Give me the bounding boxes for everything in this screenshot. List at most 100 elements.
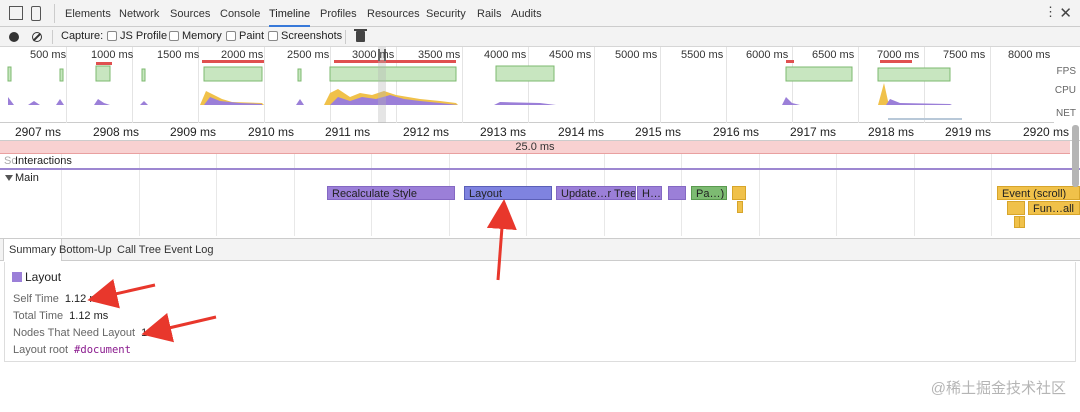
capture-label: Capture:: [61, 30, 104, 42]
flame-script-child[interactable]: [1019, 216, 1025, 228]
layout-root-link[interactable]: #document: [74, 344, 131, 356]
overview-tick: 4000 ms: [484, 49, 527, 61]
row-value: 1.12 ms: [64, 293, 104, 305]
checkbox-label: JS Profile: [120, 30, 168, 42]
record-icon[interactable]: [9, 32, 19, 42]
tab-timeline[interactable]: Timeline: [269, 0, 311, 27]
row-value: 139: [141, 327, 160, 339]
capture-toolbar: Capture: JS Profile Memory Paint Screens…: [0, 27, 1080, 47]
cpu-label: CPU: [1054, 85, 1076, 96]
time-ruler: 2907 ms 2908 ms 2909 ms 2910 ms 2911 ms …: [0, 123, 1080, 141]
overview-tick: 2500 ms: [287, 49, 330, 61]
nodes-need-layout-row: Nodes That Need Layout 139: [13, 327, 159, 339]
ruler-tick: 2915 ms: [635, 125, 682, 139]
ruler-tick: 2914 ms: [558, 125, 605, 139]
flame-layout[interactable]: Layout: [464, 186, 552, 200]
flame-update-layer-tree[interactable]: Update…r Tree: [556, 186, 636, 200]
row-key: Layout root: [13, 344, 69, 356]
overview-tick: 1500 ms: [157, 49, 200, 61]
tab-elements[interactable]: Elements: [65, 0, 111, 27]
flame-small-rendering[interactable]: [668, 186, 686, 200]
self-time-row: Self Time 1.12 ms: [13, 293, 104, 305]
toolbar-separator: [345, 30, 346, 44]
checkbox-box[interactable]: [268, 31, 278, 41]
flame-recalculate-style[interactable]: Recalculate Style: [327, 186, 455, 200]
tab-sources[interactable]: Sources: [170, 0, 210, 27]
overview-tick: 3000 ms: [352, 49, 395, 61]
net-label: NET: [1056, 108, 1076, 119]
ruler-tick: 2907 ms: [15, 125, 62, 139]
details-tabbar: Summary Bottom-Up Call Tree Event Log: [0, 238, 1080, 261]
devtools-toolbar: Elements Network Sources Console Timelin…: [0, 0, 1080, 27]
ruler-tick: 2917 ms: [790, 125, 837, 139]
overview-tick: 500 ms: [30, 49, 67, 61]
trash-icon[interactable]: [354, 29, 367, 42]
expand-triangle-icon[interactable]: [5, 175, 13, 181]
checkbox-label: Paint: [239, 30, 265, 42]
flame-script-child[interactable]: [737, 201, 743, 213]
tab-console[interactable]: Console: [220, 0, 260, 27]
js-profile-checkbox[interactable]: JS Profile: [107, 30, 167, 42]
overview-tick: 8000 ms: [1008, 49, 1051, 61]
overview-tick: 5000 ms: [615, 49, 658, 61]
device-mode-icon[interactable]: [31, 6, 41, 21]
flame-script-child[interactable]: [1007, 201, 1025, 215]
overview-tick: 5500 ms: [681, 49, 724, 61]
summary-title: Layout: [25, 270, 62, 284]
overview-tick: 7000 ms: [877, 49, 920, 61]
summary-pane: Layout Self Time 1.12 ms Total Time 1.12 m…: [4, 262, 1076, 362]
overview-track-labels: FPS CPU NET: [1054, 47, 1080, 123]
paint-checkbox[interactable]: Paint: [226, 30, 264, 42]
close-icon[interactable]: ✕: [1059, 4, 1072, 22]
layout-root-row: Layout root #document: [13, 344, 131, 356]
ruler-tick: 2910 ms: [248, 125, 295, 139]
checkbox-box[interactable]: [169, 31, 179, 41]
ruler-tick: 2918 ms: [868, 125, 915, 139]
overview-tick: 1000 ms: [91, 49, 134, 61]
tab-network[interactable]: Network: [119, 0, 159, 27]
flame-vertical-scrollbar[interactable]: [1072, 125, 1079, 187]
overview-tick: 6000 ms: [746, 49, 789, 61]
checkbox-box[interactable]: [107, 31, 117, 41]
ruler-tick: 2909 ms: [170, 125, 217, 139]
ruler-tick: 2911 ms: [325, 125, 371, 139]
tab-audits[interactable]: Audits: [511, 0, 542, 27]
inspect-element-icon[interactable]: [9, 6, 23, 20]
overview-tick: 6500 ms: [812, 49, 855, 61]
row-key: Self Time: [13, 293, 59, 305]
flame-paint[interactable]: Pa…): [691, 186, 727, 200]
tab-security[interactable]: Security: [426, 0, 466, 27]
screenshots-checkbox[interactable]: Screenshots: [268, 30, 342, 42]
toolbar-separator: [54, 4, 55, 23]
flame-function-call[interactable]: Fun…all: [1028, 201, 1080, 215]
overview-tick: 7500 ms: [943, 49, 986, 61]
tab-bottom-up[interactable]: Bottom-Up: [59, 239, 112, 261]
tab-resources[interactable]: Resources: [367, 0, 420, 27]
interactions-label: Interactions: [15, 155, 72, 167]
overview-tick: 2000 ms: [221, 49, 264, 61]
memory-checkbox[interactable]: Memory: [169, 30, 222, 42]
tab-call-tree[interactable]: Call Tree: [117, 239, 161, 261]
selection-duration-band[interactable]: 25.0 ms: [0, 141, 1070, 154]
timeline-overview[interactable]: 500 ms 1000 ms 1500 ms 2000 ms 2500 ms 3…: [0, 47, 1080, 123]
more-options-icon[interactable]: ⋮: [1044, 5, 1057, 21]
tab-rails[interactable]: Rails: [477, 0, 501, 27]
tab-event-log[interactable]: Event Log: [164, 239, 214, 261]
main-track-label: Main: [15, 172, 39, 184]
ruler-tick: 2912 ms: [403, 125, 450, 139]
tab-summary[interactable]: Summary: [3, 239, 63, 261]
ruler-tick: 2913 ms: [480, 125, 527, 139]
flame-script-block[interactable]: [732, 186, 746, 200]
watermark: @稀土掘金技术社区: [930, 380, 1066, 397]
ruler-tick: 2908 ms: [93, 125, 140, 139]
main-track-header[interactable]: Main: [0, 172, 1080, 186]
layout-color-swatch: [12, 272, 22, 282]
interactions-track[interactable]: Sc Interactions: [0, 154, 1080, 170]
flame-event-scroll[interactable]: Event (scroll): [997, 186, 1080, 200]
ruler-tick: 2920 ms: [1023, 125, 1070, 139]
checkbox-box[interactable]: [226, 31, 236, 41]
clear-icon[interactable]: [32, 32, 42, 42]
flame-hit-test[interactable]: H…: [637, 186, 662, 200]
tab-profiles[interactable]: Profiles: [320, 0, 357, 27]
row-key: Nodes That Need Layout: [13, 327, 136, 339]
